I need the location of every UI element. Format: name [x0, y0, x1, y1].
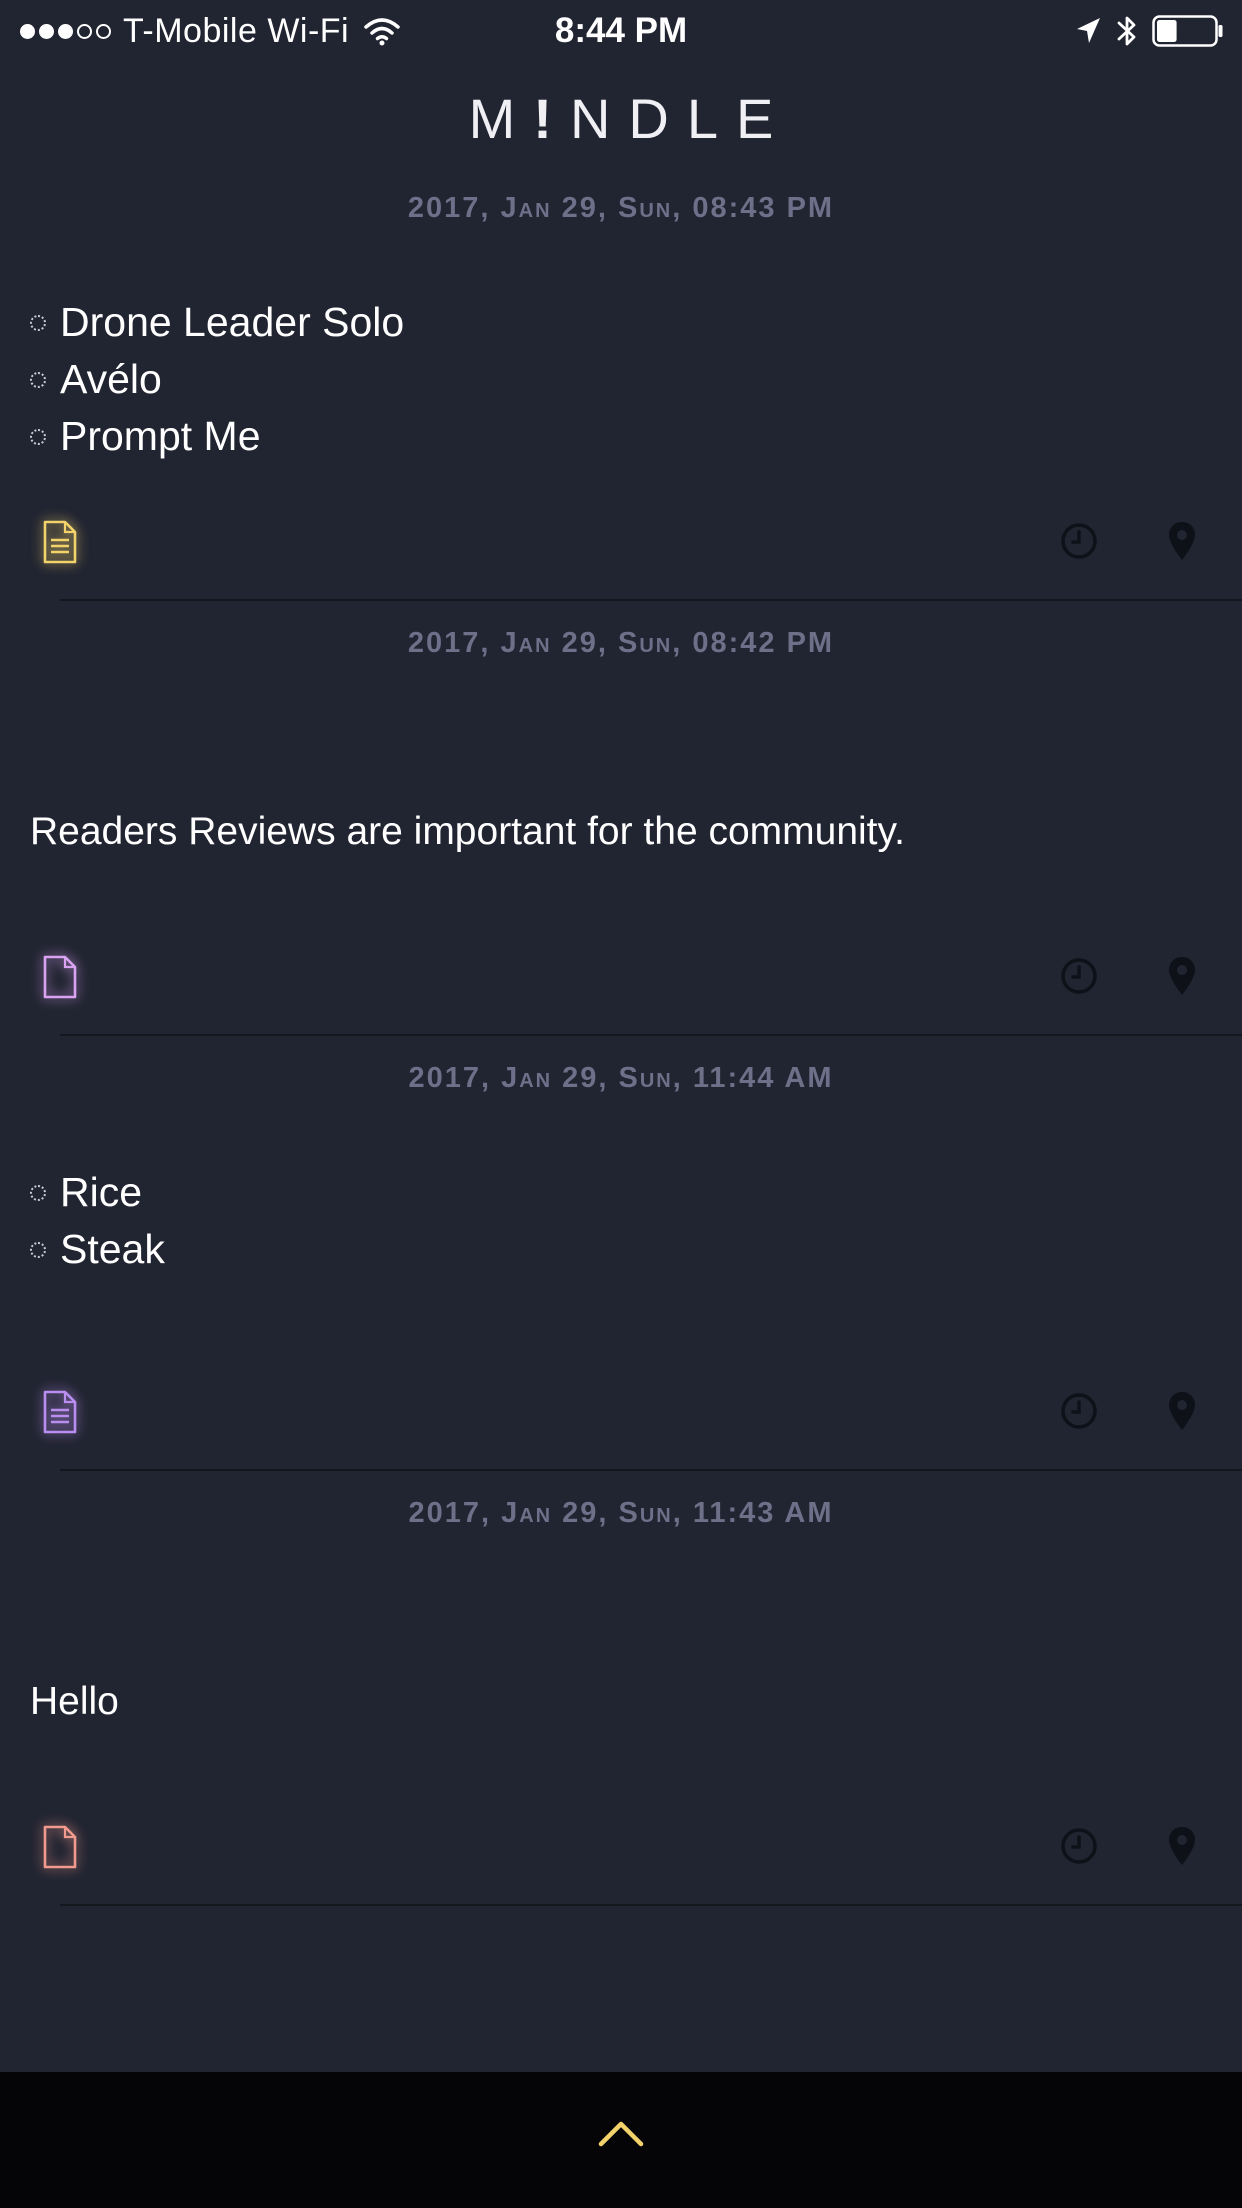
location-arrow-icon: [1077, 18, 1100, 43]
note-footer: [0, 951, 1242, 1007]
note-divider: [60, 1904, 1242, 1906]
notes-list: 2017, Jan 29, Sun, 08:43 PM Drone Leader…: [0, 174, 1242, 1914]
checklist: Rice Steak: [30, 1164, 165, 1278]
note-card[interactable]: 2017, Jan 29, Sun, 11:43 AM Hello: [0, 1479, 1242, 1914]
location-pin-icon[interactable]: [1167, 1825, 1197, 1867]
document-lines-icon[interactable]: [38, 518, 82, 566]
checklist-item[interactable]: Avélo: [30, 351, 404, 408]
note-footer: [0, 1821, 1242, 1877]
note-card[interactable]: 2017, Jan 29, Sun, 11:44 AM Rice Steak: [0, 1044, 1242, 1479]
checkbox-circle-icon[interactable]: [30, 1241, 46, 1258]
location-pin-icon[interactable]: [1167, 520, 1197, 562]
checklist: Drone Leader Solo Avélo Prompt Me: [30, 294, 404, 465]
note-divider: [60, 1034, 1242, 1036]
reminder-clock-icon[interactable]: [1060, 522, 1098, 560]
app-logo: M!NDLE: [0, 84, 1242, 154]
logo-mark: !: [533, 87, 570, 150]
note-divider: [60, 1469, 1242, 1471]
checklist-item-label: Drone Leader Solo: [60, 299, 405, 345]
battery-icon: [1152, 15, 1223, 47]
status-bar: T-Mobile Wi-Fi 8:44 PM: [0, 0, 1242, 62]
checklist-item[interactable]: Drone Leader Solo: [30, 294, 404, 351]
note-footer: [0, 1386, 1242, 1442]
note-date: 2017, Jan 29, Sun, 08:42 PM: [407, 627, 835, 659]
note-date: 2017, Jan 29, Sun, 11:43 AM: [408, 1497, 834, 1529]
checkbox-circle-icon[interactable]: [30, 371, 46, 388]
note-text: Hello: [30, 1680, 119, 1723]
checklist-item-label: Avélo: [60, 356, 162, 402]
checkbox-circle-icon[interactable]: [30, 1184, 46, 1201]
note-card[interactable]: 2017, Jan 29, Sun, 08:43 PM Drone Leader…: [0, 174, 1242, 609]
checklist-item[interactable]: Steak: [30, 1221, 165, 1278]
checklist-item[interactable]: Prompt Me: [30, 408, 404, 465]
checkbox-circle-icon[interactable]: [30, 428, 46, 445]
note-text: Readers Reviews are important for the co…: [30, 810, 905, 853]
checklist-item[interactable]: Rice: [30, 1164, 165, 1221]
note-footer: [0, 516, 1242, 572]
location-pin-icon[interactable]: [1167, 955, 1197, 997]
note-date: 2017, Jan 29, Sun, 08:43 PM: [407, 192, 835, 224]
logo-suffix: NDLE: [569, 87, 792, 150]
reminder-clock-icon[interactable]: [1060, 1392, 1098, 1430]
location-pin-icon[interactable]: [1167, 1390, 1197, 1432]
document-blank-icon[interactable]: [38, 953, 82, 1001]
bluetooth-icon: [1117, 16, 1136, 46]
note-divider: [60, 599, 1242, 601]
note-card[interactable]: 2017, Jan 29, Sun, 08:42 PM Readers Revi…: [0, 609, 1242, 1044]
checkbox-circle-icon[interactable]: [30, 314, 46, 331]
bottom-bar: [0, 2072, 1242, 2208]
status-right: [1074, 8, 1224, 54]
reminder-clock-icon[interactable]: [1060, 1827, 1098, 1865]
reminder-clock-icon[interactable]: [1060, 957, 1098, 995]
document-lines-icon[interactable]: [38, 1388, 82, 1436]
checklist-item-label: Steak: [60, 1226, 165, 1272]
checklist-item-label: Prompt Me: [60, 413, 261, 459]
logo-prefix: M: [468, 87, 534, 150]
status-time: 8:44 PM: [554, 11, 688, 50]
chevron-up-icon[interactable]: [597, 2116, 645, 2150]
note-date: 2017, Jan 29, Sun, 11:44 AM: [408, 1062, 834, 1094]
checklist-item-label: Rice: [60, 1169, 143, 1215]
document-blank-icon[interactable]: [38, 1823, 82, 1871]
